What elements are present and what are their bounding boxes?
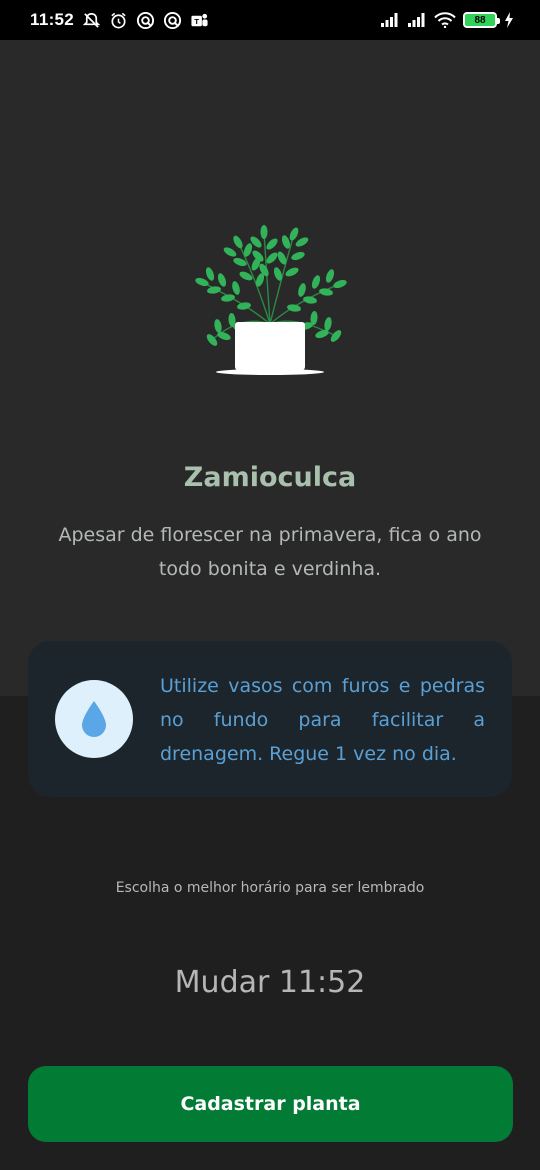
status-right: 88	[380, 12, 514, 28]
water-drop-badge	[55, 680, 133, 758]
status-time: 11:52	[30, 10, 75, 29]
reminder-label: Escolha o melhor horário para ser lembra…	[115, 880, 425, 896]
status-left: 11:52 T	[30, 10, 209, 30]
signal-icon	[381, 13, 398, 27]
app-icon	[136, 11, 155, 29]
mute-icon	[82, 12, 101, 28]
svg-text:T: T	[194, 16, 199, 25]
signal-icon	[408, 13, 425, 27]
teams-icon: T	[191, 13, 208, 26]
battery-level: 88	[474, 14, 486, 26]
plant-illustration	[195, 225, 347, 375]
watering-tip-text: Utilize vasos com furos e pedras no fund…	[160, 675, 485, 765]
change-time-button[interactable]: Mudar 11:52	[0, 965, 540, 1000]
charging-icon	[505, 12, 513, 28]
battery-icon: 88	[463, 12, 500, 28]
wifi-icon	[434, 12, 456, 28]
water-drop-icon	[82, 701, 106, 737]
plant-name: Zamioculca	[183, 462, 357, 493]
watering-tip-card: Utilize vasos com furos e pedras no fund…	[28, 641, 512, 797]
status-bar: 11:52 T 88	[0, 0, 540, 40]
register-plant-button[interactable]: Cadastrar planta	[28, 1066, 513, 1142]
alarm-icon	[111, 12, 126, 28]
plant-header: Zamioculca Apesar de florescer na primav…	[0, 40, 540, 696]
plant-description: Apesar de florescer na primavera, fica o…	[58, 524, 482, 580]
app-icon	[163, 11, 182, 29]
